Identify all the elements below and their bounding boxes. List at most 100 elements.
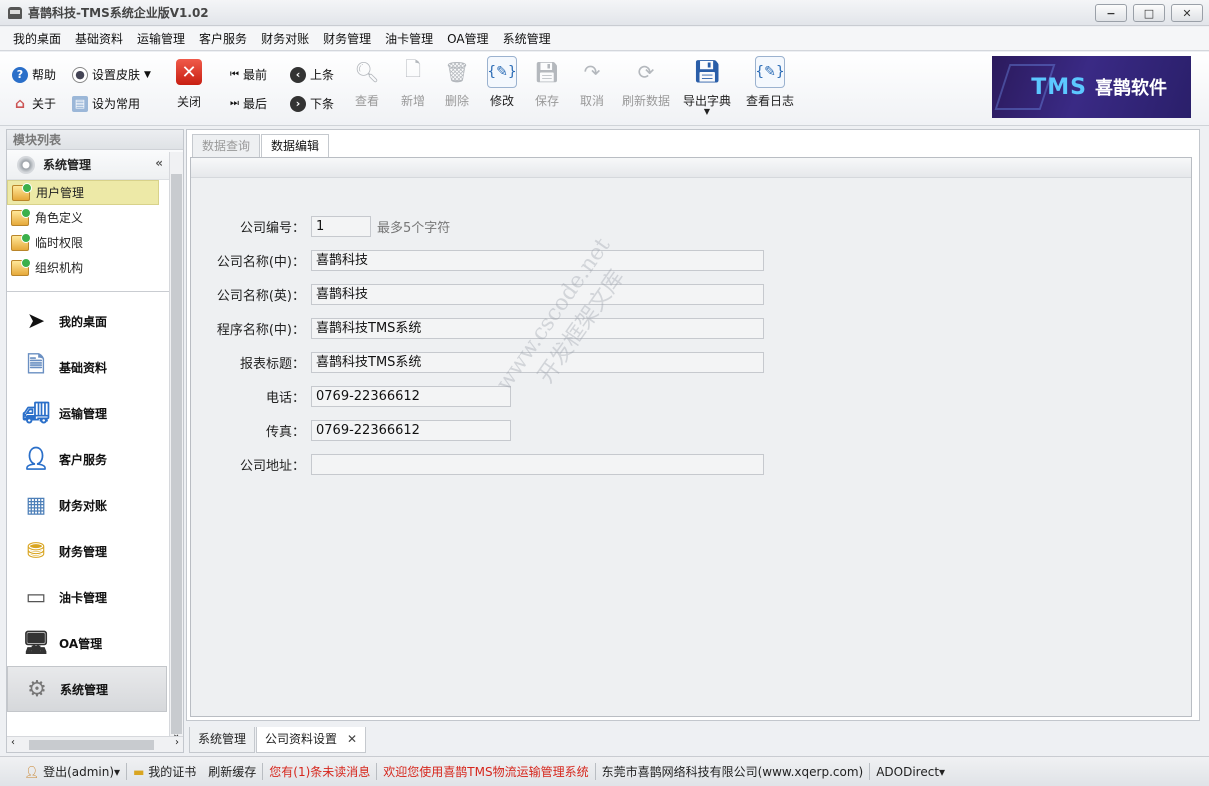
nav-finance[interactable]: ⛃ 财务管理 [7, 528, 167, 574]
scroll-right-icon[interactable]: › [175, 737, 179, 748]
menu-transport[interactable]: 运输管理 [130, 27, 192, 51]
arrow-right-icon: › [290, 95, 306, 112]
help-button[interactable]: ? 帮助 [12, 66, 56, 83]
delete-button[interactable]: 🗑 删除 [432, 56, 482, 109]
permission-module-icon [11, 232, 31, 251]
refresh-icon: ⟳ [637, 60, 655, 84]
last-record-button[interactable]: ⏭ 最后 [230, 95, 267, 112]
about-button[interactable]: ⌂ 关于 [12, 95, 56, 112]
first-record-button[interactable]: ⏮ 最前 [230, 66, 267, 83]
close-button[interactable]: ✕ 关闭 [164, 56, 214, 110]
scroll-thumb[interactable] [29, 740, 154, 750]
module-item-organization[interactable]: 组织机构 [7, 255, 183, 280]
address-input[interactable] [311, 454, 764, 475]
nav-desktop[interactable]: ➤ 我的桌面 [7, 298, 167, 344]
truck-icon: 🚚︎ [22, 400, 50, 426]
save-button[interactable]: 💾︎ 保存 [522, 56, 572, 109]
logout-button[interactable]: 👤︎ 登出(admin)▾ [18, 763, 128, 780]
menu-finance-reconcile[interactable]: 财务对账 [254, 27, 316, 51]
row-company-name-cn: 公司名称(中)： 喜鹊科技 [191, 250, 764, 271]
company-no-input[interactable]: 1 [311, 216, 371, 237]
set-common-button[interactable]: ▤ 设为常用 [72, 95, 140, 112]
module-item-temp-permission[interactable]: 临时权限 [7, 230, 183, 255]
my-cert-button[interactable]: ▬ 我的证书 [127, 763, 202, 780]
help-icon: ? [12, 66, 28, 83]
laptop-graphic-icon [994, 64, 1056, 110]
view-tabs: 数据查询 数据编辑 [192, 134, 330, 158]
user-module-icon [12, 182, 32, 201]
program-name-cn-input[interactable]: 喜鹊科技TMS系统 [311, 318, 764, 339]
doc-tab-company-settings[interactable]: 公司资料设置 ✕ [256, 727, 367, 753]
menu-oa[interactable]: OA管理 [440, 27, 495, 51]
minimize-button[interactable]: − [1095, 4, 1127, 22]
tab-data-query[interactable]: 数据查询 [192, 134, 261, 157]
report-title-input[interactable]: 喜鹊科技TMS系统 [311, 352, 764, 373]
company-no-hint: 最多5个字符 [377, 221, 451, 236]
nav-fuel-card[interactable]: ▭ 油卡管理 [7, 574, 167, 620]
company-name-en-input[interactable]: 喜鹊科技 [311, 284, 764, 305]
module-group-system[interactable]: 系统管理 « [7, 150, 183, 180]
certificate-icon: ▬ [133, 765, 145, 779]
menu-finance[interactable]: 财务管理 [316, 27, 378, 51]
db-connection-dropdown[interactable]: ADODirect▾ [870, 765, 951, 779]
module-panel-vscroll[interactable]: ⌄ [169, 152, 183, 742]
user-icon: 👤︎ [24, 765, 40, 779]
nav-oa[interactable]: 🖥︎ OA管理 [7, 620, 167, 666]
close-icon: ✕ [176, 59, 202, 85]
edit-pencil-icon: {✎} [487, 56, 517, 88]
last-icon: ⏭ [230, 98, 239, 109]
module-item-user-management[interactable]: 用户管理 [7, 180, 159, 205]
module-panel-hscroll[interactable]: ‹ › [7, 736, 183, 752]
document-icon: 🗎 [27, 353, 45, 378]
prev-record-button[interactable]: ‹ 上条 [290, 66, 334, 83]
coins-icon: ⛃ [26, 538, 46, 564]
arrow-left-icon: ‹ [290, 66, 306, 83]
close-tab-icon[interactable]: ✕ [347, 732, 357, 746]
nav-system[interactable]: ⚙ 系统管理 [7, 666, 167, 712]
company-name-cn-input[interactable]: 喜鹊科技 [311, 250, 764, 271]
fax-input[interactable]: 0769-22366612 [311, 420, 511, 441]
status-bar: 👤︎ 登出(admin)▾ ▬ 我的证书 刷新缓存 您有(1)条未读消息 欢迎您… [0, 756, 1209, 786]
skin-button[interactable]: ● 设置皮肤 ▼ [72, 66, 151, 83]
cancel-button[interactable]: ↷ 取消 [567, 56, 617, 109]
log-document-icon: {✎} [755, 56, 785, 88]
menu-basic-data[interactable]: 基础资料 [68, 27, 130, 51]
edit-form-panel: 公司编号： 1 最多5个字符 公司名称(中)： 喜鹊科技 公司名称(英)： 喜鹊… [190, 157, 1192, 717]
nav-finance-reconcile[interactable]: ▦ 财务对账 [7, 482, 167, 528]
maximize-button[interactable]: □ [1133, 4, 1165, 22]
nav-basic-data[interactable]: 🗎 基础资料 [7, 344, 167, 390]
menu-desktop[interactable]: 我的桌面 [6, 27, 68, 51]
nav-customer-service[interactable]: 👤︎ 客户服务 [7, 436, 167, 482]
scroll-thumb[interactable] [171, 174, 182, 734]
window-title: 喜鹊科技-TMS系统企业版V1.02 [28, 6, 209, 20]
menu-customer-service[interactable]: 客户服务 [192, 27, 254, 51]
export-dict-button[interactable]: 💾︎ 导出字典 ▼ [678, 56, 736, 116]
collapse-icon[interactable]: « [155, 156, 163, 170]
edit-button[interactable]: {✎} 修改 [477, 56, 527, 109]
close-window-button[interactable]: ✕ [1171, 4, 1203, 22]
tab-data-edit[interactable]: 数据编辑 [261, 134, 330, 158]
phone-input[interactable]: 0769-22366612 [311, 386, 511, 407]
doc-tab-system-management[interactable]: 系统管理 [189, 727, 256, 753]
floppy-disk-icon: 💾︎ [534, 60, 560, 84]
row-report-title: 报表标题： 喜鹊科技TMS系统 [191, 352, 764, 373]
refresh-data-button[interactable]: ⟳ 刷新数据 [615, 56, 677, 109]
eye-icon: ● [72, 66, 88, 83]
menu-system[interactable]: 系统管理 [496, 27, 558, 51]
nav-transport[interactable]: 🚚︎ 运输管理 [7, 390, 167, 436]
view-button[interactable]: 🔍︎ 查看 [342, 56, 392, 109]
refresh-cache-button[interactable]: 刷新缓存 [202, 763, 264, 780]
banner-brand-text: 喜鹊软件 [1095, 78, 1167, 99]
menu-fuel-card[interactable]: 油卡管理 [378, 27, 440, 51]
row-fax: 传真： 0769-22366612 [191, 420, 511, 441]
gear-icon [17, 155, 35, 174]
module-item-role-definition[interactable]: 角色定义 [7, 205, 183, 230]
row-program-name-cn: 程序名称(中)： 喜鹊科技TMS系统 [191, 318, 764, 339]
next-record-button[interactable]: › 下条 [290, 95, 334, 112]
unread-messages-link[interactable]: 您有(1)条未读消息 [263, 763, 378, 780]
gear-icon: ⚙ [27, 676, 47, 702]
first-icon: ⏮ [230, 69, 239, 80]
view-log-button[interactable]: {✎} 查看日志 [740, 56, 800, 109]
add-button[interactable]: 🗋 新增 [388, 56, 438, 109]
scroll-left-icon[interactable]: ‹ [11, 737, 15, 748]
